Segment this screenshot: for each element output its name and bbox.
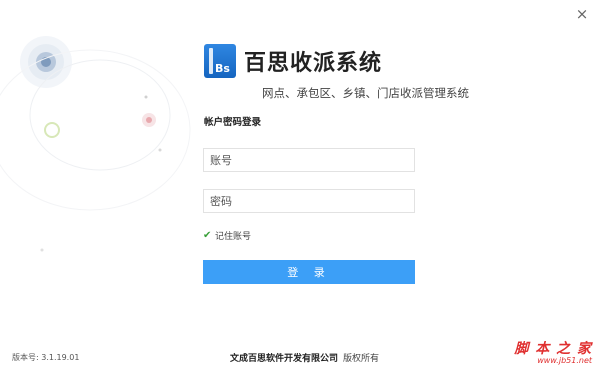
login-mode-title: 帐户密码登录 bbox=[204, 117, 262, 128]
copyright-label: 版权所有 bbox=[343, 354, 380, 364]
brand: Bs 百思收派系统 bbox=[204, 43, 382, 79]
remember-account-checkbox[interactable]: ✔ 记住账号 bbox=[203, 229, 252, 243]
app-subtitle: 网点、承包区、乡镇、门店收派管理系统 bbox=[262, 86, 469, 100]
close-icon: × bbox=[575, 4, 589, 23]
watermark-text: 脚 本 之 家 bbox=[514, 341, 592, 357]
login-button[interactable]: 登 录 bbox=[203, 260, 415, 284]
app-title: 百思收派系统 bbox=[244, 51, 383, 76]
company-name: 文成百思软件开发有限公司 bbox=[230, 354, 339, 364]
username-input[interactable] bbox=[203, 148, 415, 172]
remember-account-label: 记住账号 bbox=[215, 232, 252, 242]
watermark: 脚 本 之 家 www.jb51.net bbox=[514, 338, 592, 365]
login-window: × Bs 百思收派系统 网点、承包区、乡镇、门店收派管理系统 帐户密码登录 ✔ … bbox=[0, 0, 600, 370]
checkmark-icon: ✔ bbox=[203, 230, 212, 241]
password-input[interactable] bbox=[203, 189, 415, 213]
bs-logo-icon: Bs bbox=[204, 44, 236, 78]
decorative-orbit-art bbox=[0, 36, 191, 252]
version-label: 版本号: 3.1.19.01 bbox=[12, 353, 80, 362]
close-button[interactable]: × bbox=[574, 6, 590, 22]
